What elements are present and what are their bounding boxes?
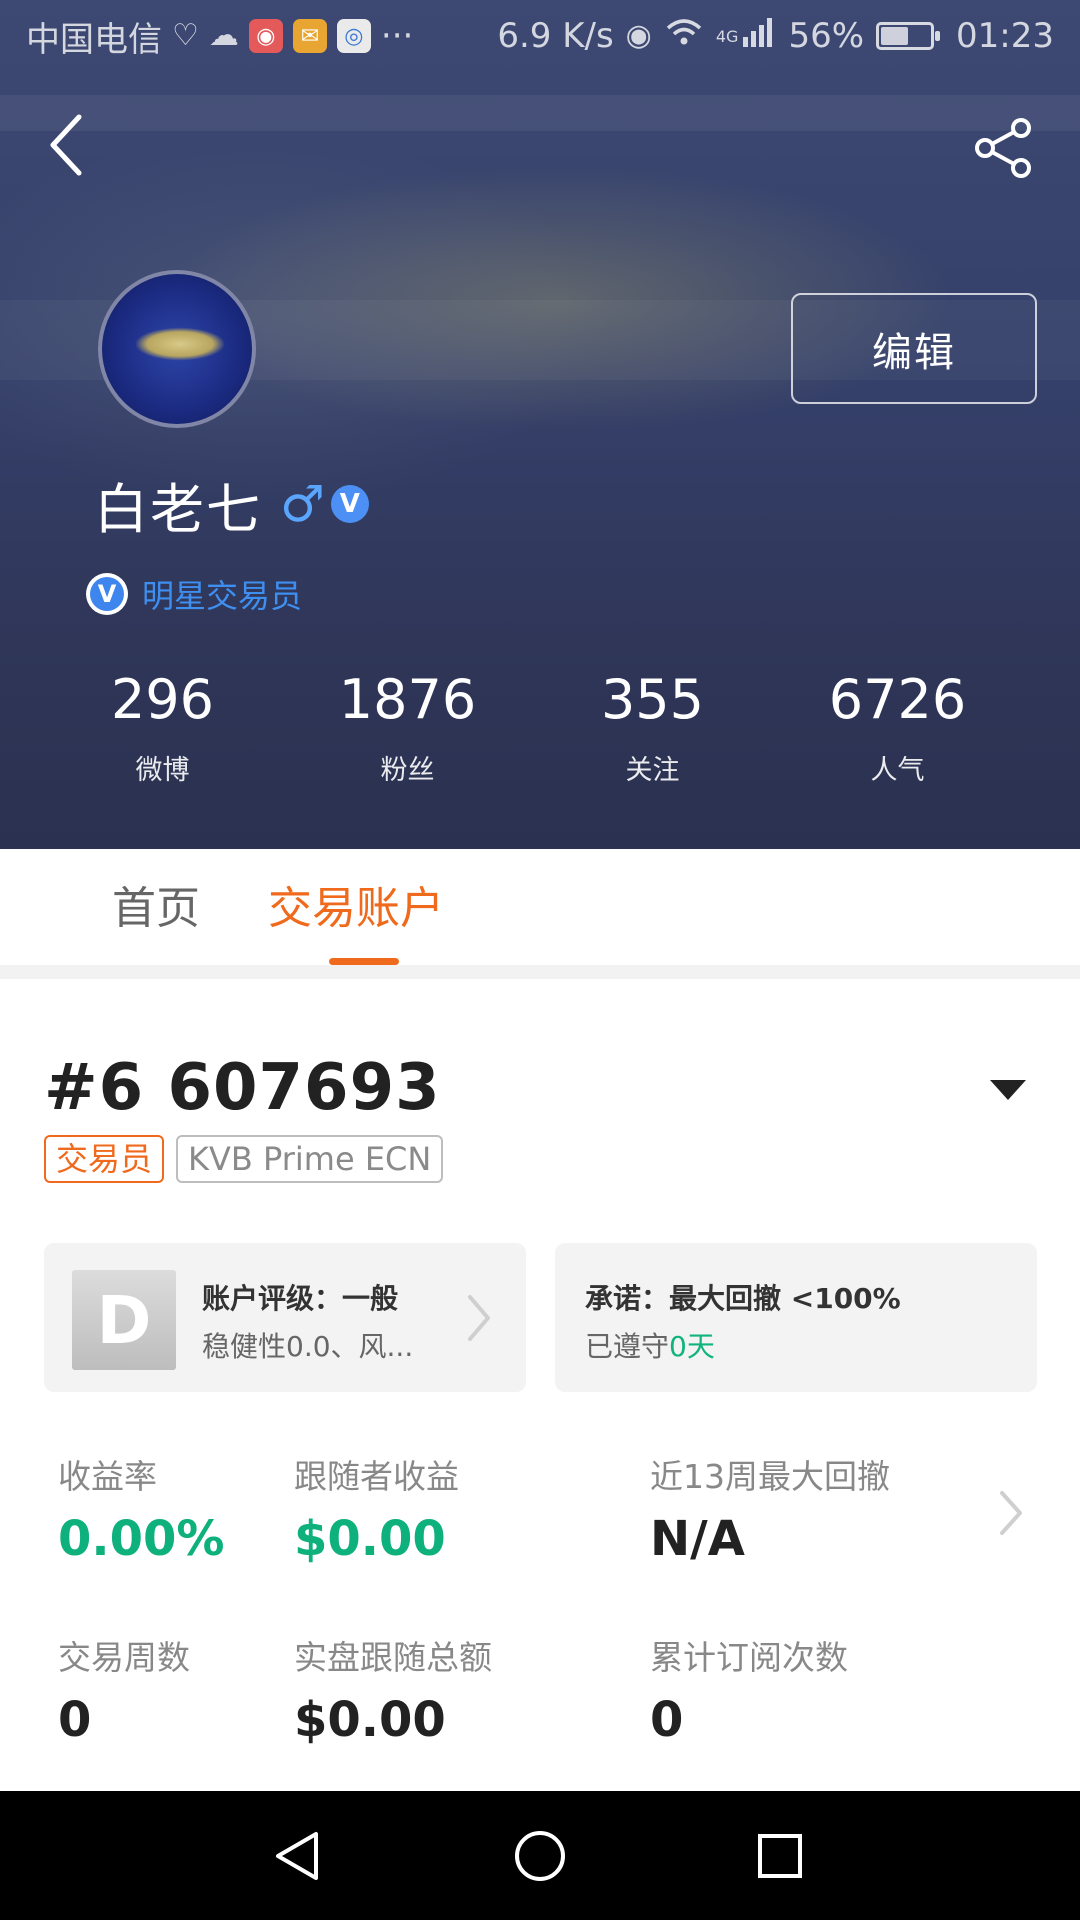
user-name: 白老七 <box>94 477 262 541</box>
verified-v-icon: V <box>330 485 369 523</box>
avatar[interactable] <box>98 270 256 428</box>
stat-label: 关注 <box>625 755 680 786</box>
metric-label: 收益率 <box>58 1457 157 1496</box>
promise-subtitle: 已遵守0天 <box>585 1325 715 1365</box>
profile-header: 中国电信 ♡ ☁ ◉ ✉ ◎ ··· 6.9 K/s ◉ 4G 56% 01:2… <box>0 0 1080 849</box>
stat-value: 6726 <box>828 668 967 731</box>
clock: 01:23 <box>956 16 1054 56</box>
metric-label: 实盘跟随总额 <box>294 1638 492 1677</box>
battery-level-fill <box>881 27 908 45</box>
profile-stats: 296 微博 1876 粉丝 355 关注 6726 人气 <box>40 660 1040 787</box>
system-nav-bar <box>0 1791 1080 1920</box>
back-button[interactable] <box>30 105 100 185</box>
battery-percent: 56% <box>788 16 865 56</box>
stat-label: 人气 <box>870 755 925 786</box>
profile-tabs: 首页 交易账户 <box>0 849 1080 965</box>
share-icon <box>975 118 1031 178</box>
wifi-icon <box>664 16 704 57</box>
nav-home-button[interactable] <box>505 1821 575 1891</box>
triangle-back-icon <box>276 1832 318 1880</box>
grade-badge: D <box>72 1270 176 1370</box>
metric-value: 0 <box>58 1692 92 1748</box>
nav-back-button[interactable] <box>263 1821 333 1891</box>
square-recent-icon <box>758 1834 802 1878</box>
caret-down-icon <box>990 1080 1026 1100</box>
metric-return-rate: 收益率 0.00% <box>58 1455 225 1571</box>
promise-title: 承诺：最大回撤 <100% <box>585 1282 901 1315</box>
metric-follower-profit: 跟随者收益 $0.00 <box>294 1455 459 1571</box>
chevron-right-icon <box>468 1295 490 1341</box>
account-dropdown-button[interactable] <box>986 1074 1030 1104</box>
metric-label: 近13周最大回撤 <box>650 1457 890 1496</box>
verified-badge-letter: V <box>90 577 124 611</box>
stat-following[interactable]: 355 关注 <box>530 660 775 787</box>
metric-value: 0.00% <box>58 1511 225 1567</box>
eye-icon: ◉ <box>625 18 652 53</box>
metric-max-drawdown[interactable]: 近13周最大回撤 N/A <box>650 1455 890 1571</box>
active-tab-indicator <box>329 958 399 965</box>
weibo-app-icon: ◉ <box>248 19 283 53</box>
health-icon: ♡ <box>172 18 199 53</box>
metric-trading-weeks: 交易周数 0 <box>58 1636 190 1752</box>
promise-kept-label: 已遵守 <box>585 1330 670 1363</box>
stat-label: 粉丝 <box>380 755 435 786</box>
broker-tag: KVB Prime ECN <box>176 1135 444 1183</box>
tab-trading-account[interactable]: 交易账户 <box>268 879 444 939</box>
battery-icon <box>876 22 941 50</box>
account-tags: 交易员 KVB Prime ECN <box>44 1135 444 1183</box>
name-row: 白老七 ♂ V <box>94 470 369 541</box>
carrier-label: 中国电信 <box>26 19 162 60</box>
metric-subscription-count: 累计订阅次数 0 <box>650 1636 848 1752</box>
account-rating-card[interactable]: D 账户评级：一般 稳健性0.0、风... <box>44 1243 526 1392</box>
signal-icon <box>742 16 776 56</box>
trader-title: 明星交易员 <box>142 577 303 615</box>
verified-badge-icon: V <box>86 573 128 615</box>
chevron-left-icon <box>50 114 82 176</box>
browser-app-icon: ◎ <box>336 19 371 53</box>
stat-value: 296 <box>110 668 215 731</box>
network-type: 4G <box>715 26 739 46</box>
promise-days: 0天 <box>669 1330 715 1363</box>
edit-profile-button[interactable]: 编辑 <box>791 293 1037 404</box>
stat-followers[interactable]: 1876 粉丝 <box>285 660 530 787</box>
net-speed: 6.9 K/s <box>497 16 614 56</box>
share-button[interactable] <box>968 113 1038 183</box>
nav-recent-button[interactable] <box>745 1821 815 1891</box>
metric-label: 累计订阅次数 <box>650 1638 848 1677</box>
stat-label: 微博 <box>135 755 190 786</box>
metric-value: 0 <box>650 1692 684 1748</box>
rating-title: 账户评级：一般 <box>202 1282 399 1315</box>
section-divider <box>0 965 1080 979</box>
metric-value: $0.00 <box>294 1692 446 1748</box>
trader-title-row[interactable]: V 明星交易员 <box>86 571 302 617</box>
stat-value: 1876 <box>338 668 477 731</box>
promise-card: 承诺：最大回撤 <100% 已遵守0天 <box>555 1243 1037 1392</box>
circle-home-icon <box>515 1831 565 1881</box>
mail-app-icon: ✉ <box>292 19 327 53</box>
stat-popularity[interactable]: 6726 人气 <box>775 660 1020 787</box>
role-tag: 交易员 <box>44 1135 165 1183</box>
account-number: #6 607693 <box>44 1051 441 1125</box>
metric-value: $0.00 <box>294 1511 446 1567</box>
stat-value: 355 <box>600 668 705 731</box>
header-bg-decoration <box>0 95 1080 131</box>
chevron-right-icon[interactable] <box>996 1488 1026 1538</box>
metric-value: N/A <box>650 1511 745 1567</box>
metric-label: 跟随者收益 <box>294 1457 459 1496</box>
status-bar: 中国电信 ♡ ☁ ◉ ✉ ◎ ··· 6.9 K/s ◉ 4G 56% 01:2… <box>0 0 1080 72</box>
cloud-icon: ☁ <box>208 18 239 53</box>
metric-follow-total: 实盘跟随总额 $0.00 <box>294 1636 492 1752</box>
more-notifications: ··· <box>380 16 414 56</box>
stat-posts[interactable]: 296 微博 <box>40 660 285 787</box>
rating-subtitle: 稳健性0.0、风... <box>202 1330 414 1363</box>
tab-home[interactable]: 首页 <box>112 879 200 939</box>
male-gender-icon: ♂ <box>280 475 325 533</box>
metric-label: 交易周数 <box>58 1638 190 1677</box>
